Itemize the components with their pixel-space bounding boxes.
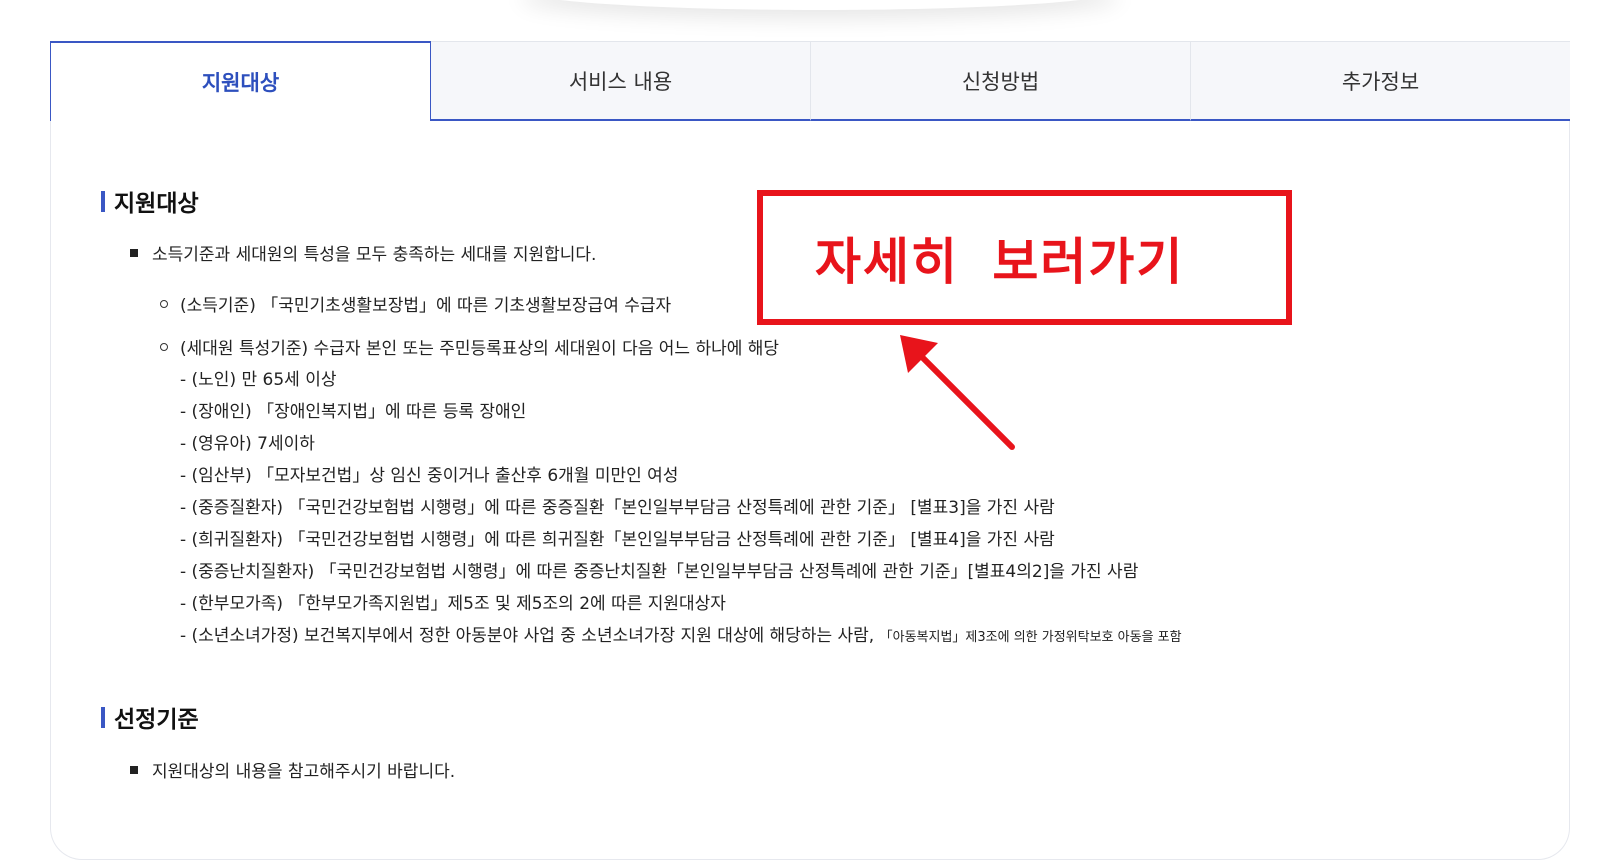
section-title-eligibility: 지원대상	[101, 184, 199, 218]
section-accent-bar	[101, 706, 105, 728]
circle-bullet-icon	[160, 342, 168, 351]
tab-additional-info[interactable]: 추가정보	[1190, 41, 1570, 121]
list-item: - (한부모가족) 「한부모가족지원법」제5조 및 제5조의 2에 따른 지원대…	[180, 594, 726, 614]
section-title-text: 선정기준	[114, 707, 199, 733]
section-title-selection: 선정기준	[101, 700, 199, 734]
tab-application-method[interactable]: 신청방법	[810, 41, 1190, 121]
criteria-income: (소득기준) 「국민기초생활보장법」에 따른 기초생활보장급여 수급자	[180, 296, 672, 316]
see-details-callout[interactable]: 자세히 보러가기	[757, 190, 1292, 325]
list-item: - (영유아) 7세이하	[180, 434, 315, 454]
list-item: - (중증질환자) 「국민건강보험법 시행령」에 따른 중증질환「본인일부부담금…	[180, 498, 1055, 518]
list-item: - (노인) 만 65세 이상	[180, 370, 337, 390]
circle-bullet-icon	[160, 299, 168, 308]
list-item: - (중증난치질환자) 「국민건강보험법 시행령」에 따른 중증난치질환「본인일…	[180, 562, 1139, 582]
household-criteria-list: - (노인) 만 65세 이상 - (장애인) 「장애인복지법」에 따른 등록 …	[180, 364, 1182, 652]
tab-service-content[interactable]: 서비스 내용	[431, 41, 810, 121]
arrow-icon	[900, 335, 1015, 450]
square-bullet-icon	[130, 765, 138, 774]
section-title-text: 지원대상	[114, 191, 199, 217]
list-item: - (소년소녀가정) 보건복지부에서 정한 아동분야 사업 중 소년소녀가장 지…	[180, 620, 1182, 652]
list-item-text: - (소년소녀가정) 보건복지부에서 정한 아동분야 사업 중 소년소녀가장 지…	[180, 626, 875, 646]
square-bullet-icon	[130, 248, 138, 257]
tab-eligibility[interactable]: 지원대상	[50, 41, 431, 121]
list-item: 지원대상의 내용을 참고해주시기 바랍니다.	[130, 757, 455, 782]
callout-label: 자세히 보러가기	[815, 232, 1185, 291]
criteria-household: (세대원 특성기준) 수급자 본인 또는 주민등록표상의 세대원이 다음 어느 …	[180, 339, 780, 359]
list-item: - (장애인) 「장애인복지법」에 따른 등록 장애인	[180, 402, 527, 422]
top-shadow	[520, 0, 1120, 10]
list-item: (세대원 특성기준) 수급자 본인 또는 주민등록표상의 세대원이 다음 어느 …	[160, 334, 779, 359]
section-accent-bar	[101, 190, 105, 212]
bullet-text: 지원대상의 내용을 참고해주시기 바랍니다.	[152, 762, 456, 782]
list-item: 소득기준과 세대원의 특성을 모두 충족하는 세대를 지원합니다.	[130, 240, 596, 265]
list-item: - (희귀질환자) 「국민건강보험법 시행령」에 따른 희귀질환「본인일부부담금…	[180, 530, 1055, 550]
tab-bar: 지원대상 서비스 내용 신청방법 추가정보	[50, 41, 1570, 121]
list-item-note: 「아동복지법」제3조에 의한 가정위탁보호 아동을 포함	[879, 630, 1182, 645]
list-item: (소득기준) 「국민기초생활보장법」에 따른 기초생활보장급여 수급자	[160, 291, 671, 316]
bullet-text: 소득기준과 세대원의 특성을 모두 충족하는 세대를 지원합니다.	[152, 245, 597, 265]
list-item: - (임산부) 「모자보건법」상 임신 중이거나 출산후 6개월 미만인 여성	[180, 466, 679, 486]
